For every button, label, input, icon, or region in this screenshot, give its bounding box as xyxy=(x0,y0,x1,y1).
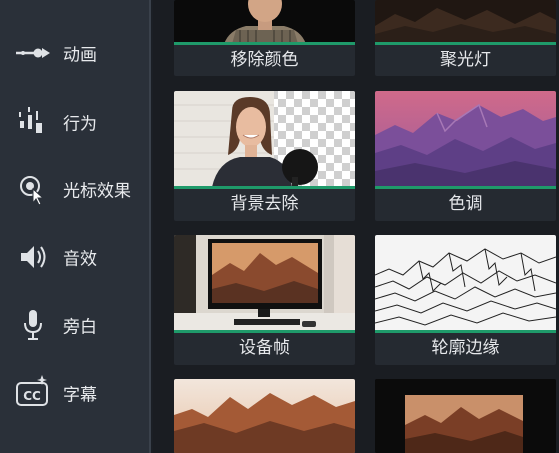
effect-tile-background-removal[interactable]: 背景去除 xyxy=(174,91,355,221)
blur-thumbnail xyxy=(174,379,355,453)
background-removal-thumbnail xyxy=(174,91,355,187)
effect-tile-label: 移除颜色 xyxy=(230,50,299,70)
sidebar-item-behavior[interactable]: 行为 xyxy=(0,94,151,150)
tile-accent-line xyxy=(174,186,355,189)
effect-tile-label: 轮廓边缘 xyxy=(431,338,500,358)
sidebar-item-narration[interactable]: 旁白 xyxy=(0,297,151,353)
effect-tile-framed-video[interactable] xyxy=(375,379,556,453)
tile-accent-line xyxy=(174,42,355,45)
effect-tile-label: 色调 xyxy=(448,194,483,214)
sidebar-item-label: 光标效果 xyxy=(63,181,131,202)
tile-accent-line xyxy=(174,330,355,333)
outline-edges-thumbnail xyxy=(375,235,556,331)
effect-tile-blur[interactable] xyxy=(174,379,355,453)
framed-video-thumbnail xyxy=(375,379,556,453)
effect-tile-remove-color[interactable]: 移除颜色 xyxy=(174,0,355,76)
tile-accent-line xyxy=(375,186,556,189)
tile-accent-line xyxy=(375,42,556,45)
svg-text:CC: CC xyxy=(23,389,41,403)
effect-tile-label: 聚光灯 xyxy=(440,50,491,70)
sidebar-item-label: 旁白 xyxy=(63,317,97,338)
effect-tile-label: 背景去除 xyxy=(230,194,299,214)
speaker-icon xyxy=(21,246,46,268)
effects-grid: 移除颜色 聚光灯 背景去除 色调 设备帧 轮廓边缘 xyxy=(153,0,559,453)
captions-cc-icon: CC xyxy=(16,375,48,406)
sidebar-item-label: 行为 xyxy=(63,114,97,135)
cursor-effect-icon xyxy=(20,176,45,206)
tile-accent-line xyxy=(375,330,556,333)
microphone-icon xyxy=(24,310,42,340)
sidebar: 动画 行为 光标效果 音效 旁白 CC 字幕 xyxy=(0,0,151,453)
sidebar-item-label: 音效 xyxy=(63,249,97,270)
animation-arrow-icon xyxy=(16,48,50,58)
sidebar-item-cursor-effects[interactable]: 光标效果 xyxy=(0,161,151,217)
effect-tile-tint[interactable]: 色调 xyxy=(375,91,556,221)
spotlight-thumbnail xyxy=(375,0,556,44)
effect-tile-outline-edges[interactable]: 轮廓边缘 xyxy=(375,235,556,365)
effect-tile-device-frame[interactable]: 设备帧 xyxy=(174,235,355,365)
effect-tile-label: 设备帧 xyxy=(239,338,290,358)
effect-tile-spotlight[interactable]: 聚光灯 xyxy=(375,0,556,76)
sidebar-item-audio-effects[interactable]: 音效 xyxy=(0,229,151,285)
remove-color-thumbnail xyxy=(174,0,355,44)
device-frame-thumbnail xyxy=(174,235,355,331)
behavior-bars-icon xyxy=(19,107,42,133)
sidebar-item-captions[interactable]: CC 字幕 xyxy=(0,365,151,421)
sidebar-item-label: 动画 xyxy=(63,45,97,66)
sidebar-item-label: 字幕 xyxy=(63,385,97,406)
tint-thumbnail xyxy=(375,91,556,187)
sidebar-item-animation[interactable]: 动画 xyxy=(0,25,151,81)
